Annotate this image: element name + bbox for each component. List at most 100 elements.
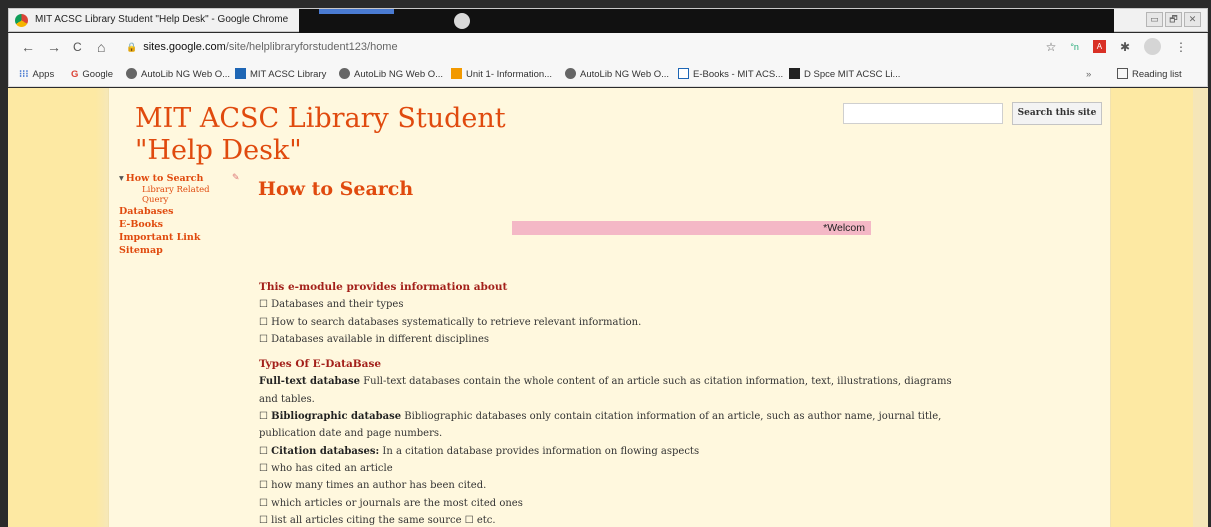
checkbox-glyph: ☐ [259,445,272,457]
bookmark-label: AutoLib NG Web O... [580,69,670,80]
welcome-marquee: *Welcom [512,221,871,235]
back-icon[interactable]: ← [21,39,35,55]
url-path: /site/helplibraryforstudent123/home [225,41,398,53]
paragraph-text: Bibliographic databases only contain cit… [401,411,942,423]
reading-list-icon [1117,68,1128,79]
main-content: This e-module provides information about… [259,279,1119,527]
window-title: MIT ACSC Library Student "Help Desk" - G… [35,14,289,25]
tab-strip[interactable] [299,9,1114,33]
unit-icon [451,68,462,79]
url-host: sites.google.com [143,41,226,53]
reading-list-label: Reading list [1132,69,1182,80]
bookmark-autolib-1[interactable]: AutoLib NG Web O... [126,68,230,81]
sidebar-item-label: How to Search [125,173,204,184]
restore-button[interactable]: 🗗 [1165,12,1182,27]
site-title[interactable]: MIT ACSC Library Student "Help Desk" [135,103,506,167]
search-site-button[interactable]: Search this site [1012,102,1102,125]
sidebar-item-how-to-search[interactable]: ▾ How to Search [119,172,210,185]
reload-icon[interactable]: C [73,39,82,55]
sidebar-item-important-link[interactable]: Important Link [119,231,210,244]
new-tab-button[interactable] [454,13,470,29]
ebook-icon [678,68,689,79]
bookmark-apps[interactable]: ⁝⁝⁝ Apps [19,68,54,81]
browser-toolbar: ← → C ⌂ 🔒 sites.google.com/site/helplibra… [8,33,1208,62]
site-title-line2[interactable]: "Help Desk" [135,135,506,167]
sidebar-subitem-label: Query [142,195,169,205]
bookmark-dspace[interactable]: D Spce MIT ACSC Li... [789,68,900,81]
lock-icon: 🔒 [126,42,138,52]
bookmarks-bar: ⁝⁝⁝ Apps G Google AutoLib NG Web O... MIT … [8,62,1208,87]
paragraph-text: Full-text databases contain the whole co… [360,376,952,388]
address-bar[interactable]: 🔒 sites.google.com/site/helplibraryforstu… [126,38,726,57]
term-fulltext: Full-text database [259,376,361,388]
globe-icon [339,68,350,79]
active-tab-indicator[interactable] [319,9,394,14]
sidebar-navigation: ▾ How to Search ✎ Library Related Query D… [119,172,240,257]
list-item: ☐ list all articles citing the same sour… [259,514,496,526]
list-item: ☐ who has cited an article [259,462,393,474]
edit-icon[interactable]: ✎ [232,172,240,185]
globe-icon [126,68,137,79]
paragraph-citation: ☐ Citation databases: In a citation data… [259,443,1119,460]
home-icon[interactable]: ⌂ [97,39,105,55]
section-heading: This e-module provides information about [259,281,508,293]
page-shadow [96,88,108,527]
page-heading: How to Search [258,178,414,200]
bookmark-ebooks[interactable]: E-Books - MIT ACS... [678,68,783,81]
bookmark-mit-library[interactable]: MIT ACSC Library [235,68,326,81]
sidebar-subitem-library-query[interactable]: Library Related Query [119,185,210,205]
paragraph-text: and tables. [259,393,315,405]
dspace-icon [789,68,800,79]
site-search-input[interactable] [843,103,1003,124]
list-item: ☐ Databases available in different disci… [259,333,490,345]
bookmark-unit1[interactable]: Unit 1- Information... [451,68,552,81]
globe-icon [565,68,576,79]
bookmark-autolib-3[interactable]: AutoLib NG Web O... [565,68,669,81]
bookmark-label: AutoLib NG Web O... [354,69,444,80]
extension-icon[interactable]: °n [1070,42,1079,52]
extensions-puzzle-icon[interactable]: ✱ [1120,40,1130,54]
profile-avatar[interactable] [1144,38,1161,55]
pdf-extension-icon[interactable]: A [1092,40,1106,53]
paragraph-fulltext: Full-text database Full-text databases c… [259,373,1119,390]
page-viewport: MIT ACSC Library Student "Help Desk" Sea… [8,88,1208,527]
list-item: ☐ Databases and their types [259,299,404,311]
sidebar-item-sitemap[interactable]: Sitemap [119,244,210,257]
bookmarks-overflow-button[interactable]: » [1086,68,1091,81]
forward-icon[interactable]: → [47,39,61,55]
bookmark-label: Unit 1- Information... [466,69,553,80]
list-item: ☐ How to search databases systematically… [259,316,642,328]
reading-list-button[interactable]: Reading list [1117,68,1182,81]
menu-kebab-icon[interactable]: ⋮ [1175,40,1187,54]
collapse-caret-icon[interactable]: ▾ [119,173,124,184]
bookmark-label: AutoLib NG Web O... [141,69,231,80]
google-icon: G [71,69,79,80]
scrollbar[interactable] [1193,88,1208,527]
bookmark-apps-label: Apps [32,69,55,80]
bookmark-google[interactable]: G Google [71,68,113,81]
sidebar-item-databases[interactable]: Databases [119,205,210,218]
chrome-icon [15,14,28,27]
bookmark-star-icon[interactable]: ☆ [1046,40,1057,54]
sidebar-item-ebooks[interactable]: E-Books [119,218,210,231]
list-item: ☐ how many times an author has been cite… [259,480,487,492]
close-button[interactable]: ✕ [1184,12,1201,27]
library-icon [235,68,246,79]
term-citation: Citation databases: [271,445,380,457]
term-bibliographic: Bibliographic database [271,411,402,423]
sidebar-subitem-label: Library Related [142,185,210,195]
bookmark-label: D Spce MIT ACSC Li... [804,69,901,80]
apps-grid-icon: ⁝⁝⁝ [19,69,29,80]
minimize-button[interactable]: ▭ [1146,12,1163,27]
paragraph-bibliographic: ☐ Bibliographic database Bibliographic d… [259,408,1119,425]
bookmark-label: MIT ACSC Library [250,69,327,80]
site-title-line1[interactable]: MIT ACSC Library Student [135,103,506,135]
paragraph-text: In a citation database provides informat… [379,445,700,457]
section-heading: Types Of E-DataBase [259,358,382,371]
bookmark-label: Google [82,69,114,80]
bookmark-autolib-2[interactable]: AutoLib NG Web O... [339,68,443,81]
list-item: ☐ which articles or journals are the mos… [259,497,523,509]
toolbar-icons: ☆ °n A ✱ ⋮ [1046,38,1187,55]
browser-title-bar: MIT ACSC Library Student "Help Desk" - G… [8,8,1208,33]
checkbox-glyph: ☐ [259,411,272,423]
